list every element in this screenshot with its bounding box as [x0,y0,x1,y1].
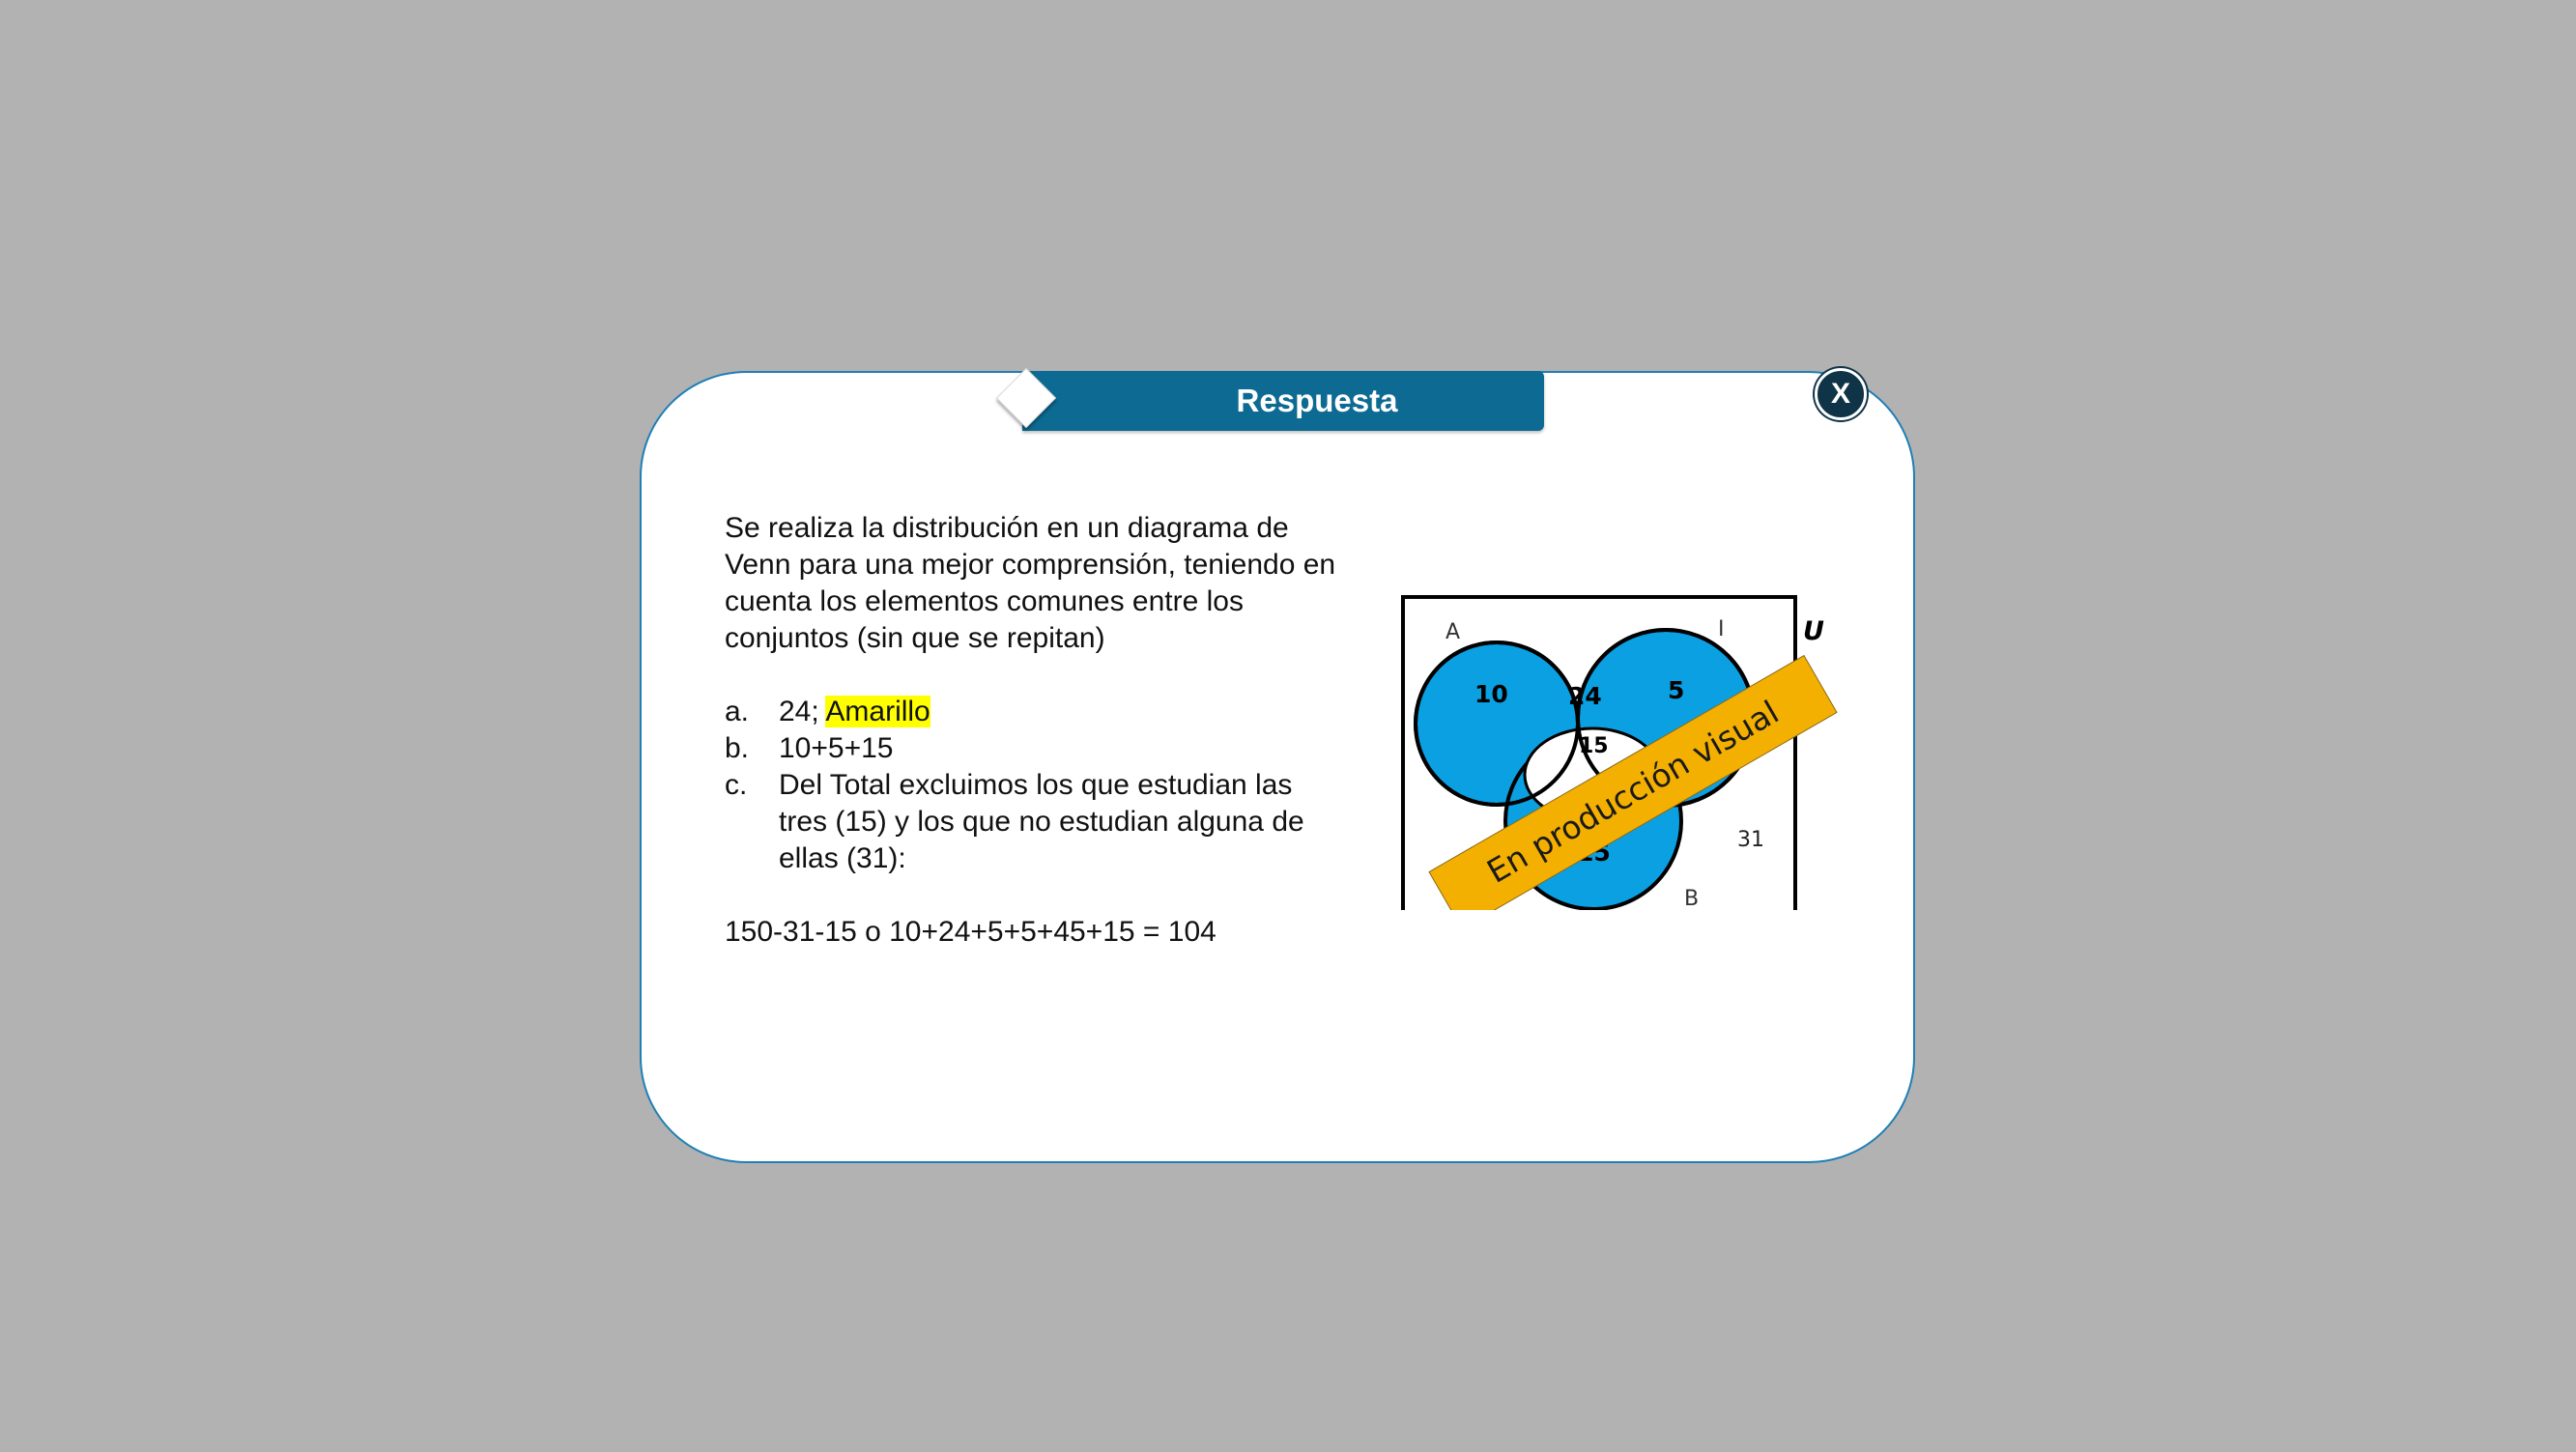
region-i-only: 5 [1668,676,1684,704]
item-text: 24; [779,696,826,727]
list-item: b. 10+5+15 [725,730,1343,767]
set-b-label: B [1684,887,1699,910]
answer-content: Se realiza la distribución en un diagram… [725,510,1343,951]
set-a-label: A [1445,620,1460,644]
item-marker: b. [725,732,750,764]
region-center: 15 [1579,734,1609,758]
answer-list: a. 24; Amarillo b. 10+5+15 c. Del Total … [725,694,1343,877]
screen: Respuesta X Se realiza la distribución e… [0,0,2576,1452]
set-i-label: I [1718,617,1725,641]
list-item: a. 24; Amarillo [725,694,1343,730]
highlighted-answer: Amarillo [825,696,930,727]
region-outside: 31 [1737,828,1764,852]
close-button[interactable]: X [1815,368,1867,420]
dialog-title: Respuesta [1236,383,1398,418]
list-item: c. Del Total excluimos los que estudian … [725,767,1343,877]
item-text: 10+5+15 [779,732,894,764]
item-text: Del Total excluimos los que estudian las… [779,769,1304,874]
result-text: 150-31-15 o 10+24+5+5+45+15 = 104 [725,916,1216,948]
item-marker: c. [725,769,748,801]
region-a-i: 24 [1568,682,1602,710]
venn-diagram: A I B U 10 24 5 15 15 31 En producción v… [1401,594,1838,910]
intro-text: Se realiza la distribución en un diagram… [725,512,1336,654]
universe-label: U [1803,616,1824,646]
item-marker: a. [725,696,750,727]
region-a-only: 10 [1474,680,1508,708]
